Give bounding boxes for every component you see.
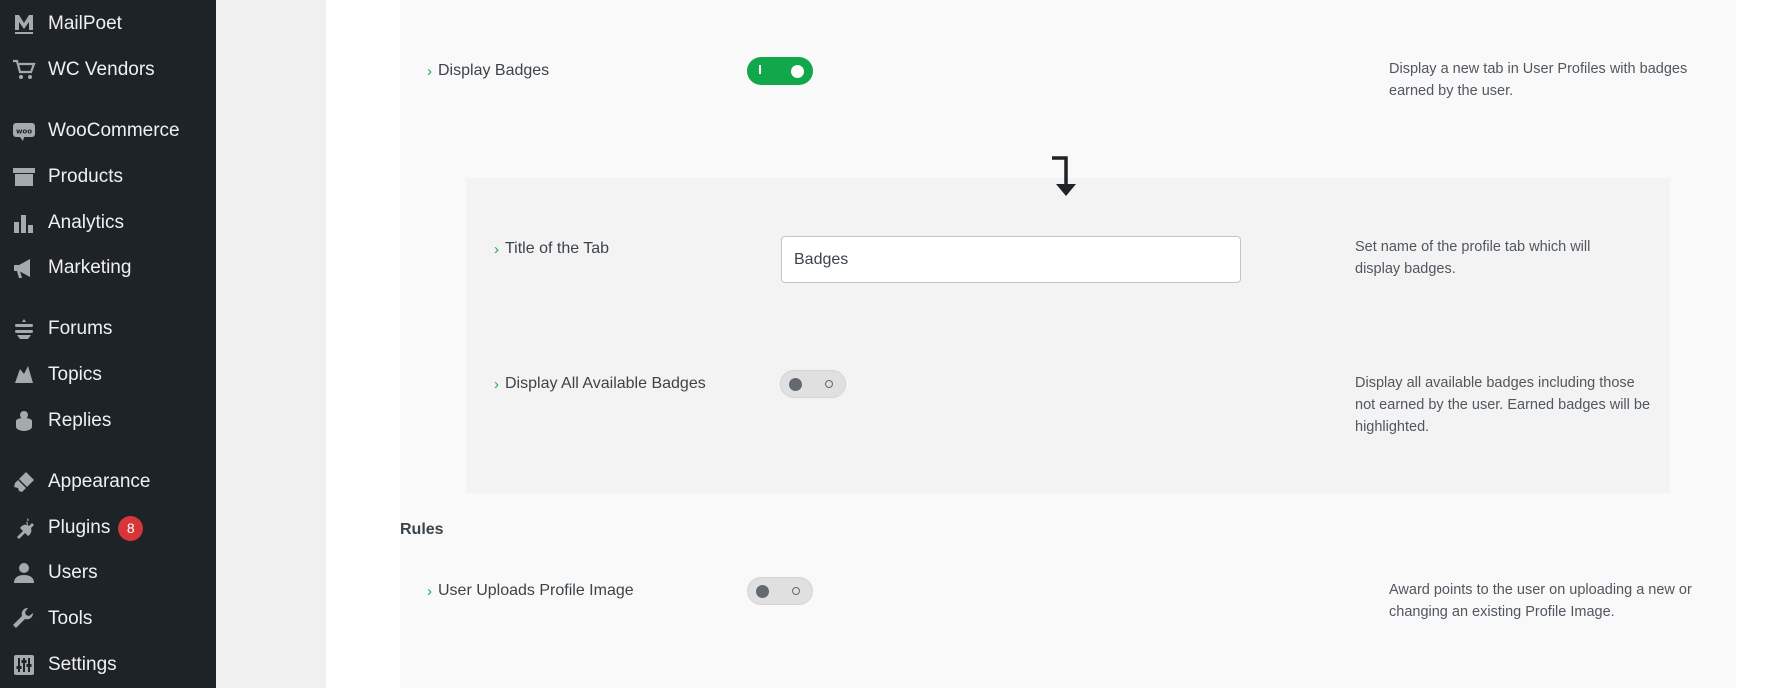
sidebar-item-label: Replies <box>48 410 112 431</box>
sidebar-item-tools[interactable]: Tools <box>0 599 216 639</box>
wrench-icon <box>10 605 38 633</box>
toggle-off-mark <box>825 380 833 388</box>
sidebar-item-woocommerce[interactable]: woo WooCommerce <box>0 111 216 151</box>
sidebar-item-label: Users <box>48 562 98 583</box>
sidebar-item-topics[interactable]: Topics <box>0 355 216 395</box>
bar-chart-icon <box>10 209 38 237</box>
mailpoet-icon <box>10 10 38 38</box>
display-badges-label: › Display Badges <box>427 62 550 80</box>
sidebar-item-label: Plugins <box>48 517 111 538</box>
profile-image-label: › User Uploads Profile Image <box>427 582 634 600</box>
sidebar-item-label: WC Vendors <box>48 59 155 80</box>
sidebar-item-label: Forums <box>48 318 113 339</box>
cart-icon <box>10 56 38 84</box>
display-all-badges-description: Display all available badges including t… <box>1355 375 1651 435</box>
svg-text:woo: woo <box>16 128 32 136</box>
tab-title-description: Set name of the profile tab which will d… <box>1355 239 1591 277</box>
display-all-badges-toggle[interactable] <box>780 370 846 398</box>
sidebar-item-plugins[interactable]: Plugins 8 <box>0 508 216 548</box>
plugins-update-count-badge: 8 <box>118 515 144 541</box>
sidebar-item-label: Appearance <box>48 471 151 492</box>
toggle-on-mark <box>759 65 761 74</box>
display-badges-toggle[interactable] <box>747 57 813 85</box>
badges-subsettings-panel <box>466 178 1670 493</box>
arrow-down-right-icon <box>1052 156 1076 196</box>
chevron-right-icon: › <box>427 582 432 600</box>
sidebar-item-mailpoet[interactable]: MailPoet <box>0 4 216 44</box>
tab-title-input[interactable] <box>781 236 1241 283</box>
plugin-icon <box>10 514 38 542</box>
admin-sidebar: MailPoet WC Vendors woo WooCommerce Prod… <box>0 0 216 688</box>
sidebar-item-analytics[interactable]: Analytics <box>0 203 216 243</box>
forums-icon <box>10 315 38 343</box>
sidebar-item-label: Settings <box>48 654 117 675</box>
sidebar-item-label: Marketing <box>48 257 132 278</box>
settings-icon <box>10 651 38 679</box>
woo-icon: woo <box>10 117 38 145</box>
display-badges-description: Display a new tab in User Profiles with … <box>1389 61 1688 99</box>
tab-title-label: › Title of the Tab <box>494 240 610 258</box>
sidebar-item-replies[interactable]: Replies <box>0 401 216 441</box>
toggle-knob <box>791 65 804 78</box>
display-all-badges-label: › Display All Available Badges <box>494 375 706 393</box>
sidebar-item-users[interactable]: Users <box>0 553 216 593</box>
profile-image-description: Award points to the user on uploading a … <box>1389 582 1692 620</box>
rules-section-title: Rules <box>400 521 444 538</box>
topics-icon <box>10 361 38 389</box>
toggle-knob <box>756 585 769 598</box>
sidebar-item-label: Products <box>48 166 123 187</box>
paintbrush-icon <box>10 468 38 496</box>
sidebar-item-appearance[interactable]: Appearance <box>0 462 216 502</box>
sidebar-item-label: Topics <box>48 364 102 385</box>
sidebar-item-marketing[interactable]: Marketing <box>0 248 216 288</box>
user-icon <box>10 559 38 587</box>
sidebar-item-label: MailPoet <box>48 13 122 34</box>
sidebar-item-label: WooCommerce <box>48 120 180 141</box>
chevron-right-icon: › <box>494 375 499 393</box>
sidebar-item-settings[interactable]: Settings <box>0 645 216 685</box>
megaphone-icon <box>10 254 38 282</box>
sidebar-item-wc-vendors[interactable]: WC Vendors <box>0 50 216 90</box>
replies-icon <box>10 407 38 435</box>
sidebar-item-products[interactable]: Products <box>0 157 216 197</box>
toggle-off-mark <box>792 587 800 595</box>
profile-image-toggle[interactable] <box>747 577 813 605</box>
chevron-right-icon: › <box>494 240 499 258</box>
toggle-knob <box>789 378 802 391</box>
archive-icon <box>10 163 38 191</box>
chevron-right-icon: › <box>427 62 432 80</box>
sidebar-item-forums[interactable]: Forums <box>0 309 216 349</box>
content-gutter <box>216 0 326 688</box>
sidebar-item-label: Analytics <box>48 212 125 233</box>
sidebar-item-label: Tools <box>48 608 93 629</box>
